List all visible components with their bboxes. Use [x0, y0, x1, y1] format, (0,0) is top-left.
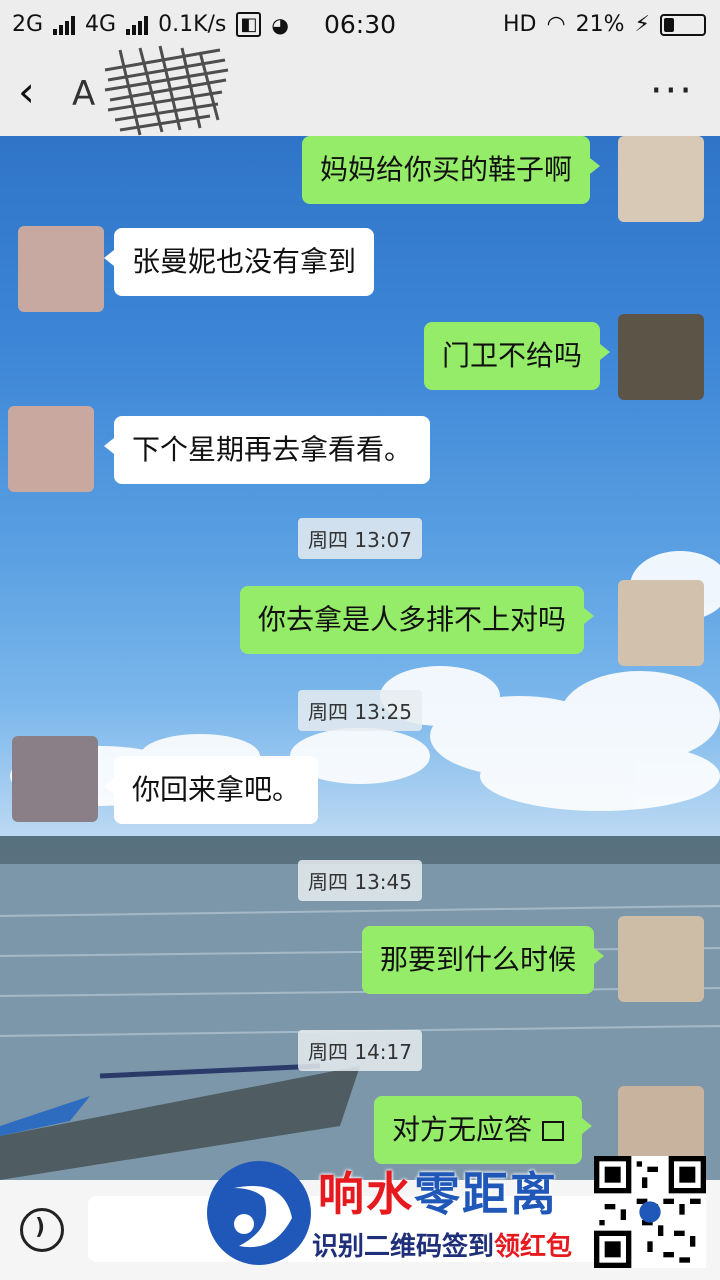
watermark-logo [207, 1161, 311, 1265]
avatar-other-2[interactable] [8, 406, 94, 492]
charging-icon: ⚡ [634, 12, 650, 37]
battery-icon [660, 13, 706, 36]
more-icon[interactable]: ··· [650, 68, 694, 114]
timestamp-label: 周四 13:07 [298, 518, 422, 559]
timestamp: 周四 14:17 [0, 1030, 720, 1071]
call-status-text: 对方无应答 [392, 1113, 533, 1146]
wifi-icon: ◠ [546, 12, 566, 37]
watermark-subtitle-red: 领红包 [494, 1232, 573, 1262]
timestamp: 周四 13:07 [0, 518, 720, 559]
watermark-title-blue: 零距离 [414, 1167, 558, 1221]
qr-code[interactable] [594, 1156, 706, 1268]
watermark-title: 响水零距离 [318, 1158, 558, 1224]
chevron-left-icon[interactable]: ‹ [18, 70, 58, 114]
chat-title[interactable]: A [72, 74, 95, 114]
watermark-title-red: 响水 [318, 1167, 414, 1221]
avatar-other-3[interactable] [12, 736, 98, 822]
avatar-me-4[interactable] [618, 916, 704, 1002]
chat-header: ‹ A ··· [0, 45, 720, 136]
avatar-me-1[interactable] [618, 136, 704, 222]
timestamp-label: 周四 13:45 [298, 860, 422, 901]
message-bubble[interactable]: 门卫不给吗 [424, 322, 611, 390]
timestamp-label: 周四 13:25 [298, 690, 422, 731]
message-bubble[interactable]: 张曼妮也没有拿到 [103, 228, 375, 296]
hd-label: HD [502, 12, 537, 37]
message-bubble[interactable]: 你去拿是人多排不上对吗 [240, 586, 595, 654]
battery-percent: 21% [575, 12, 625, 37]
message-bubble[interactable]: 妈妈给你买的鞋子啊 [302, 136, 601, 204]
video-call-bubble[interactable]: 对方无应答 [374, 1096, 593, 1164]
message-bubble[interactable]: 下个星期再去拿看看。 [103, 416, 431, 484]
redaction-scribble [104, 45, 229, 136]
timestamp: 周四 13:45 [0, 860, 720, 901]
message-bubble[interactable]: 你回来拿吧。 [103, 756, 319, 824]
status-right: HD ◠ 21% ⚡ [503, 12, 706, 37]
chat-area[interactable]: 妈妈给你买的鞋子啊 张曼妮也没有拿到 门卫不给吗 下个星期再去拿看看。 周四 1… [0, 136, 720, 1180]
timestamp-label: 周四 14:17 [298, 1030, 422, 1071]
timestamp: 周四 13:25 [0, 690, 720, 731]
avatar-me-2[interactable] [618, 314, 704, 400]
voice-input-icon[interactable] [20, 1208, 64, 1252]
watermark-subtitle: 识别二维码签到领红包 [312, 1226, 572, 1263]
avatar-me-3[interactable] [618, 580, 704, 666]
message-bubble[interactable]: 那要到什么时候 [362, 926, 605, 994]
avatar-other-1[interactable] [18, 226, 104, 312]
video-call-icon [542, 1121, 565, 1141]
watermark-subtitle-main: 识别二维码签到 [312, 1232, 495, 1262]
